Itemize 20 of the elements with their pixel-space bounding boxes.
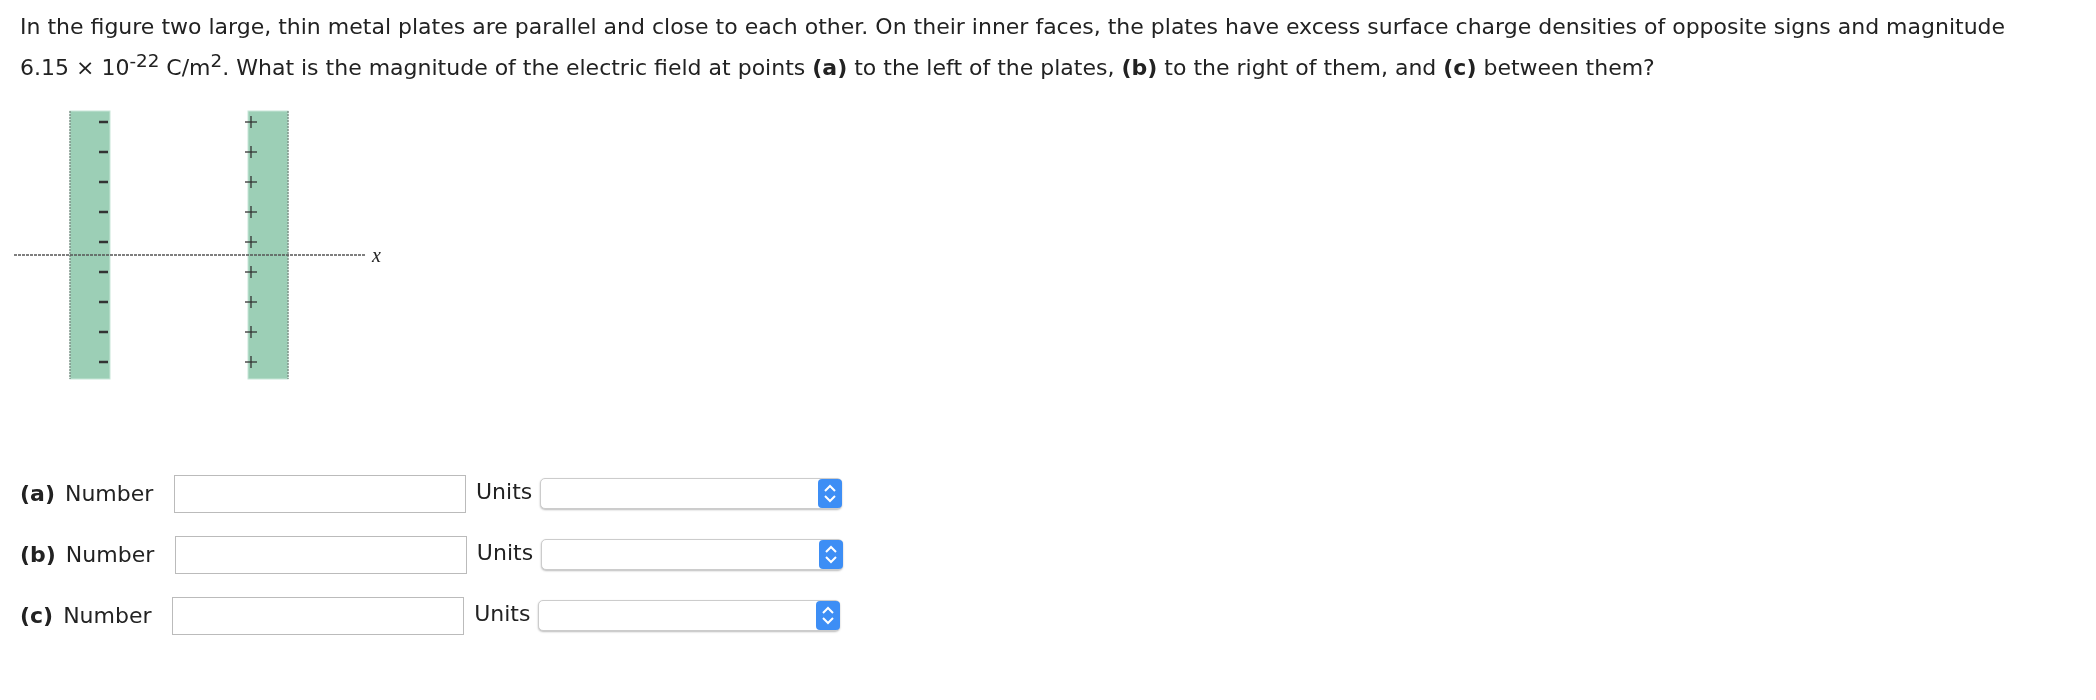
number-label: Number: [65, 542, 156, 568]
units-select[interactable]: [539, 478, 842, 510]
stepper-icon: [816, 601, 841, 631]
number-input[interactable]: [173, 475, 466, 514]
part-label: (b): [20, 542, 56, 568]
stepper-icon: [818, 540, 843, 570]
stepper-icon: [817, 479, 842, 509]
number-label: Number: [63, 603, 153, 629]
units-label: Units: [476, 540, 535, 566]
number-label: Number: [64, 481, 155, 507]
number-input[interactable]: [174, 536, 467, 575]
units-select[interactable]: [540, 539, 843, 571]
units-label: Units: [475, 479, 534, 505]
units-select[interactable]: [538, 600, 841, 632]
axis-label: x: [372, 244, 381, 267]
part-label: (a): [20, 481, 55, 507]
part-label: (c): [20, 603, 54, 629]
number-input[interactable]: [172, 597, 465, 636]
units-label: Units: [474, 601, 532, 627]
question-text: In the figure two large, thin metal plates are parallel and close to each other. On their inner faces, the plates have excess surface charge densities of opposite signs and magnitude 6.15 × 10$^{-22}$ C/m$^{2}$. What is the magnitude of the electric field at points (a) to the left of the plates, (b) to the right of them, and (c) between them?: [20, 13, 2007, 83]
